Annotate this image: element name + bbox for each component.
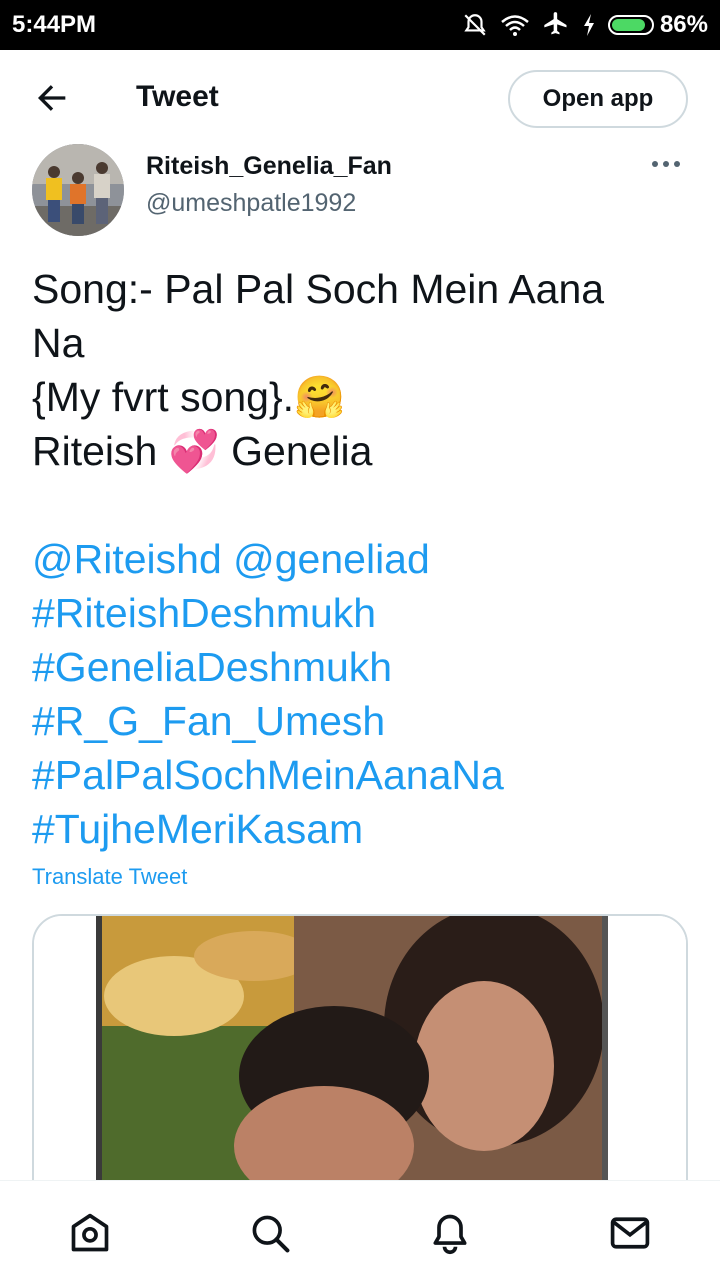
nav-search[interactable]	[246, 1209, 294, 1257]
open-app-button[interactable]: Open app	[508, 70, 688, 128]
author-handle[interactable]: @umeshpatle1992	[146, 189, 356, 218]
notifications-icon	[433, 1214, 467, 1254]
hashtag-link[interactable]: #GeneliaDeshmukh	[32, 640, 688, 694]
battery-icon	[607, 15, 654, 35]
tweet-body: Song:- Pal Pal Soch Mein Aana Na {My fvr…	[32, 262, 688, 856]
bell-muted-icon	[464, 14, 486, 36]
media-image	[34, 916, 686, 1212]
tweet-line: {My fvrt song}.🤗	[32, 374, 346, 420]
battery-percent: 86%	[659, 11, 708, 38]
translate-tweet-link[interactable]: Translate Tweet	[32, 864, 187, 890]
tweet-line: Song:- Pal Pal Soch Mein Aana	[32, 266, 605, 312]
avatar[interactable]	[32, 144, 124, 236]
nav-home[interactable]	[66, 1209, 114, 1257]
mention-links[interactable]: @Riteishd @geneliad	[32, 532, 688, 586]
top-bar: Tweet Open app	[0, 50, 720, 150]
messages-icon	[610, 1217, 650, 1249]
airplane-icon	[544, 12, 567, 35]
bottom-navigation	[0, 1180, 720, 1281]
tweet-media[interactable]	[32, 914, 688, 1214]
wifi-icon	[501, 15, 529, 36]
tweet-line: Riteish 💞 Genelia	[32, 428, 373, 474]
charging-icon	[583, 14, 594, 36]
hashtag-link[interactable]: #TujheMeriKasam	[32, 802, 688, 856]
hashtag-link[interactable]: #RiteishDeshmukh	[32, 586, 688, 640]
status-bar: 5:44PM 86%	[0, 0, 720, 50]
hashtag-link[interactable]: #R_G_Fan_Umesh	[32, 694, 688, 748]
tweet-line: Na	[32, 320, 85, 366]
status-icons: 86%	[462, 11, 708, 39]
page-title: Tweet	[136, 80, 219, 113]
search-icon	[252, 1215, 290, 1253]
status-time: 5:44PM	[12, 11, 97, 38]
hashtag-link[interactable]: #PalPalSochMeinAanaNa	[32, 748, 688, 802]
home-icon	[71, 1213, 109, 1252]
back-arrow-icon[interactable]	[32, 78, 72, 118]
tweet-spacer	[32, 478, 688, 532]
author-name[interactable]: Riteish_Genelia_Fan	[146, 152, 392, 181]
more-options-icon[interactable]	[650, 158, 682, 170]
nav-notifications[interactable]	[426, 1209, 474, 1257]
nav-messages[interactable]	[606, 1209, 654, 1257]
battery-indicator: 86%	[607, 11, 708, 39]
tweet-author: Riteish_Genelia_Fan @umeshpatle1992	[32, 144, 688, 236]
